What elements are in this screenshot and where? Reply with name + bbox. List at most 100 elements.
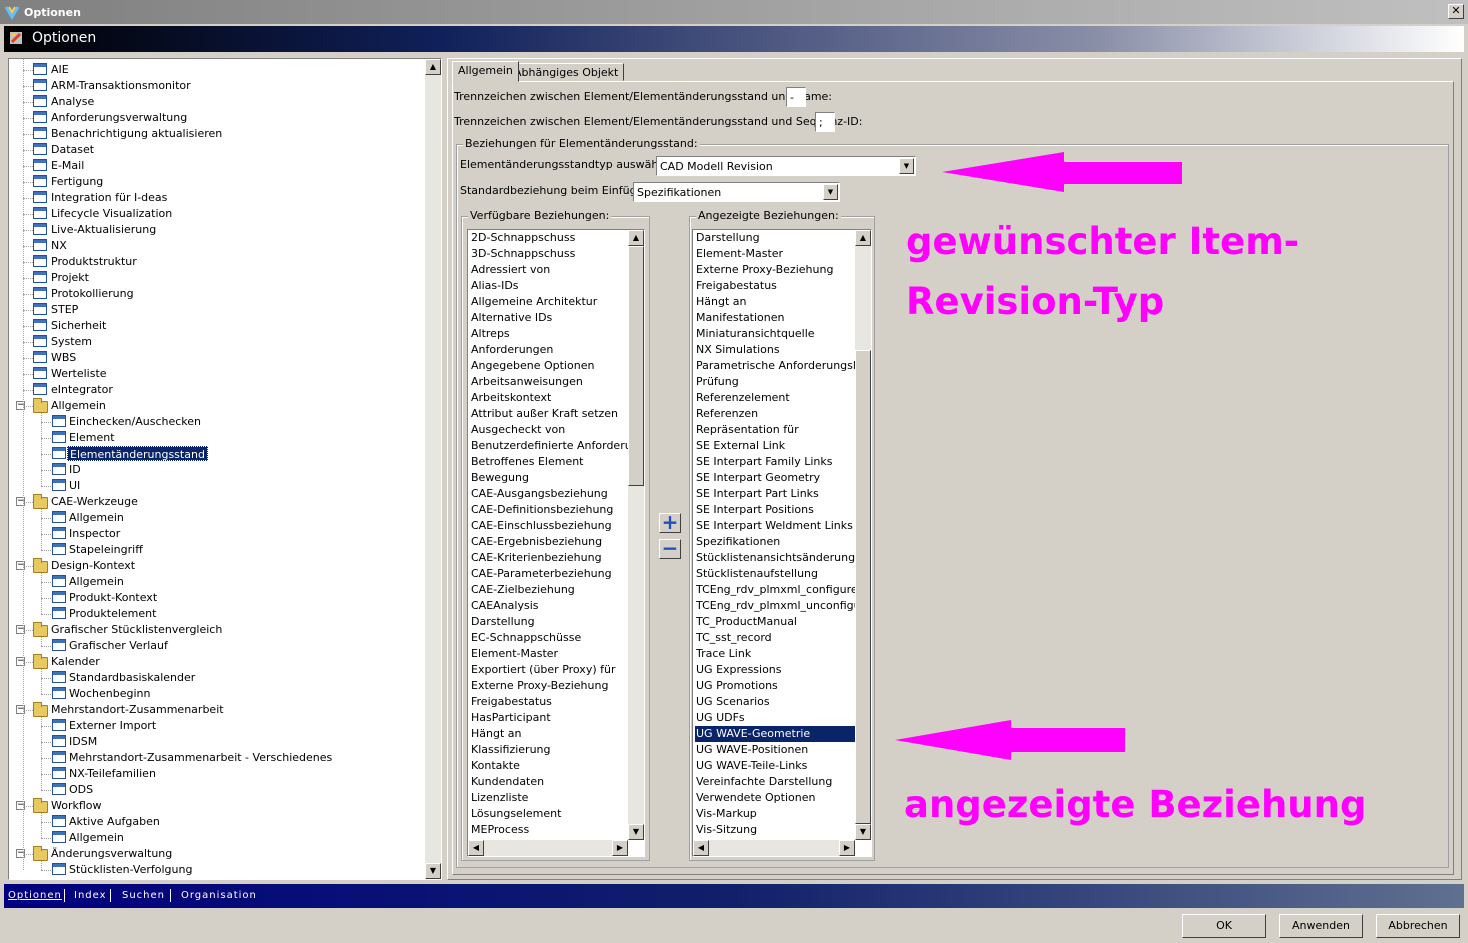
tree-item[interactable]: − Allgemein — [9, 398, 419, 414]
tree-item[interactable]: Live-Aktualisierung — [9, 222, 419, 238]
tree-item[interactable]: Externer Import — [9, 718, 419, 734]
list-item[interactable]: TCEng_rdv_plmxml_unconfigured — [695, 598, 871, 614]
list-item[interactable]: SE Interpart Weldment Links — [695, 518, 855, 534]
list-item[interactable]: Externe Proxy-Beziehung — [470, 678, 628, 694]
scroll-left-icon[interactable]: ◀ — [693, 840, 709, 856]
list-item[interactable]: Trace Link — [695, 646, 855, 662]
list-item[interactable]: Prüfung — [695, 374, 855, 390]
list-item[interactable]: UG Promotions — [695, 678, 855, 694]
shown-list[interactable]: Darstellung Element-Master Externe Proxy-B… — [692, 229, 872, 857]
tree-item[interactable]: Allgemein — [9, 510, 419, 526]
tree-item[interactable]: Inspector — [9, 526, 419, 542]
list-item[interactable]: Vereinfachte Darstellung — [695, 774, 855, 790]
list-item[interactable]: Hängt an — [470, 726, 628, 742]
separator-name-input[interactable]: - — [786, 87, 806, 107]
tree-item[interactable]: Dataset — [9, 142, 419, 158]
bottom-tab-optionen[interactable]: Optionen — [8, 890, 62, 901]
list-item[interactable]: CAE-Einschlussbeziehung — [470, 518, 628, 534]
tree-item[interactable]: Wochenbeginn — [9, 686, 419, 702]
available-list[interactable]: 2D-Schnappschuss 3D-Schnappschuss Adressie… — [467, 229, 645, 857]
chevron-down-icon[interactable]: ▼ — [823, 184, 838, 200]
list-item[interactable]: SE Interpart Geometry — [695, 470, 855, 486]
tree-item[interactable]: Sicherheit — [9, 318, 419, 334]
close-button[interactable]: ✕ — [1448, 4, 1464, 19]
tree-item[interactable]: − Änderungsverwaltung — [9, 846, 419, 862]
list-item[interactable]: Allgemeine Architektur — [470, 294, 628, 310]
tree-item[interactable]: Elementänderungsstand — [9, 446, 419, 462]
tree-item[interactable]: NX — [9, 238, 419, 254]
remove-relation-button[interactable]: − — [659, 538, 681, 559]
list-item[interactable]: EC-Schnappschüsse — [470, 630, 628, 646]
bottom-tab-suchen[interactable]: Suchen — [122, 890, 165, 901]
tree-item[interactable]: IDSM — [9, 734, 419, 750]
list-item[interactable]: 2D-Schnappschuss — [470, 230, 628, 246]
list-item[interactable]: Alternative IDs — [470, 310, 628, 326]
scroll-up-icon[interactable]: ▲ — [425, 59, 441, 75]
list-item[interactable]: Stücklistenansichtsänderungsstär — [695, 550, 871, 566]
list-item[interactable]: Adressiert von — [470, 262, 628, 278]
list-item[interactable]: Bewegung — [470, 470, 628, 486]
revision-type-select[interactable]: CAD Modell Revision ▼ — [656, 156, 916, 176]
scroll-left-icon[interactable]: ◀ — [468, 840, 484, 856]
tree-item[interactable]: System — [9, 334, 419, 350]
tree-item[interactable]: Protokollierung — [9, 286, 419, 302]
list-item[interactable]: UG WAVE-Geometrie — [695, 726, 855, 742]
cancel-button[interactable]: Abbrechen — [1376, 914, 1460, 938]
list-item[interactable]: Lizenzliste — [470, 790, 628, 806]
tree-item[interactable]: eIntegrator — [9, 382, 419, 398]
shown-hscroll[interactable]: ◀ ▶ — [693, 840, 855, 856]
list-item[interactable]: Exportiert (über Proxy) für — [470, 662, 628, 678]
list-item[interactable]: Alias-IDs — [470, 278, 628, 294]
tree-scrollbar[interactable]: ▲ ▼ — [425, 59, 441, 879]
list-item[interactable]: Freigabestatus — [695, 278, 855, 294]
available-vscroll[interactable]: ▲ ▼ — [628, 230, 644, 840]
list-item[interactable]: Repräsentation für — [695, 422, 855, 438]
list-item[interactable]: CAEAnalysis — [470, 598, 628, 614]
tree-item[interactable]: − CAE-Werkzeuge — [9, 494, 419, 510]
list-item[interactable]: SE External Link — [695, 438, 855, 454]
list-item[interactable]: CAE-Ausgangsbeziehung — [470, 486, 628, 502]
list-item[interactable]: Element-Master — [470, 646, 628, 662]
tree-item[interactable]: Stücklisten-Verfolgung — [9, 862, 419, 878]
tree-item[interactable]: Analyse — [9, 94, 419, 110]
scroll-down-icon[interactable]: ▼ — [628, 824, 644, 840]
list-item[interactable]: TC_ProductManual — [695, 614, 855, 630]
scroll-down-icon[interactable]: ▼ — [855, 824, 871, 840]
list-item[interactable]: CAE-Kriterienbeziehung — [470, 550, 628, 566]
list-item[interactable]: Darstellung — [470, 614, 628, 630]
tab-abhaengiges-objekt[interactable]: Abhängiges Objekt — [508, 63, 625, 81]
list-item[interactable]: Parametrische Anforderungslister — [695, 358, 871, 374]
list-item[interactable]: UG Scenarios — [695, 694, 855, 710]
tree-item[interactable]: E-Mail — [9, 158, 419, 174]
apply-button[interactable]: Anwenden — [1279, 914, 1363, 938]
list-item[interactable]: Externe Proxy-Beziehung — [695, 262, 855, 278]
list-item[interactable]: MEProcess — [470, 822, 628, 838]
scroll-up-icon[interactable]: ▲ — [855, 230, 871, 246]
separator-seq-input[interactable]: ; — [815, 112, 835, 132]
tree-item[interactable]: ODS — [9, 782, 419, 798]
tree-item[interactable]: NX-Teilefamilien — [9, 766, 419, 782]
list-item[interactable]: HasParticipant — [470, 710, 628, 726]
bottom-tab-organisation[interactable]: Organisation — [181, 890, 257, 901]
list-item[interactable]: TC_sst_record — [695, 630, 855, 646]
list-item[interactable]: Hängt an — [695, 294, 855, 310]
list-item[interactable]: Attribut außer Kraft setzen — [470, 406, 628, 422]
list-item[interactable]: 3D-Schnappschuss — [470, 246, 628, 262]
list-item[interactable]: Freigabestatus — [470, 694, 628, 710]
tree-item[interactable]: Werteliste — [9, 366, 419, 382]
list-item[interactable]: UG UDFs — [695, 710, 855, 726]
add-relation-button[interactable]: + — [659, 512, 681, 533]
tree-item[interactable]: Allgemein — [9, 574, 419, 590]
shown-vscroll[interactable]: ▲ ▼ — [855, 230, 871, 840]
scroll-right-icon[interactable]: ▶ — [612, 840, 628, 856]
list-item[interactable]: Klassifizierung — [470, 742, 628, 758]
tree-item[interactable]: Benachrichtigung aktualisieren — [9, 126, 419, 142]
list-item[interactable]: Manifestationen — [695, 310, 855, 326]
scroll-right-icon[interactable]: ▶ — [839, 840, 855, 856]
tree-item[interactable]: Integration für I-deas — [9, 190, 419, 206]
tree-item[interactable]: ID — [9, 462, 419, 478]
tree-item[interactable]: STEP — [9, 302, 419, 318]
tree-item[interactable]: Anforderungsverwaltung — [9, 110, 419, 126]
list-item[interactable]: Darstellung — [695, 230, 855, 246]
tree-item[interactable]: − Mehrstandort-Zusammenarbeit — [9, 702, 419, 718]
